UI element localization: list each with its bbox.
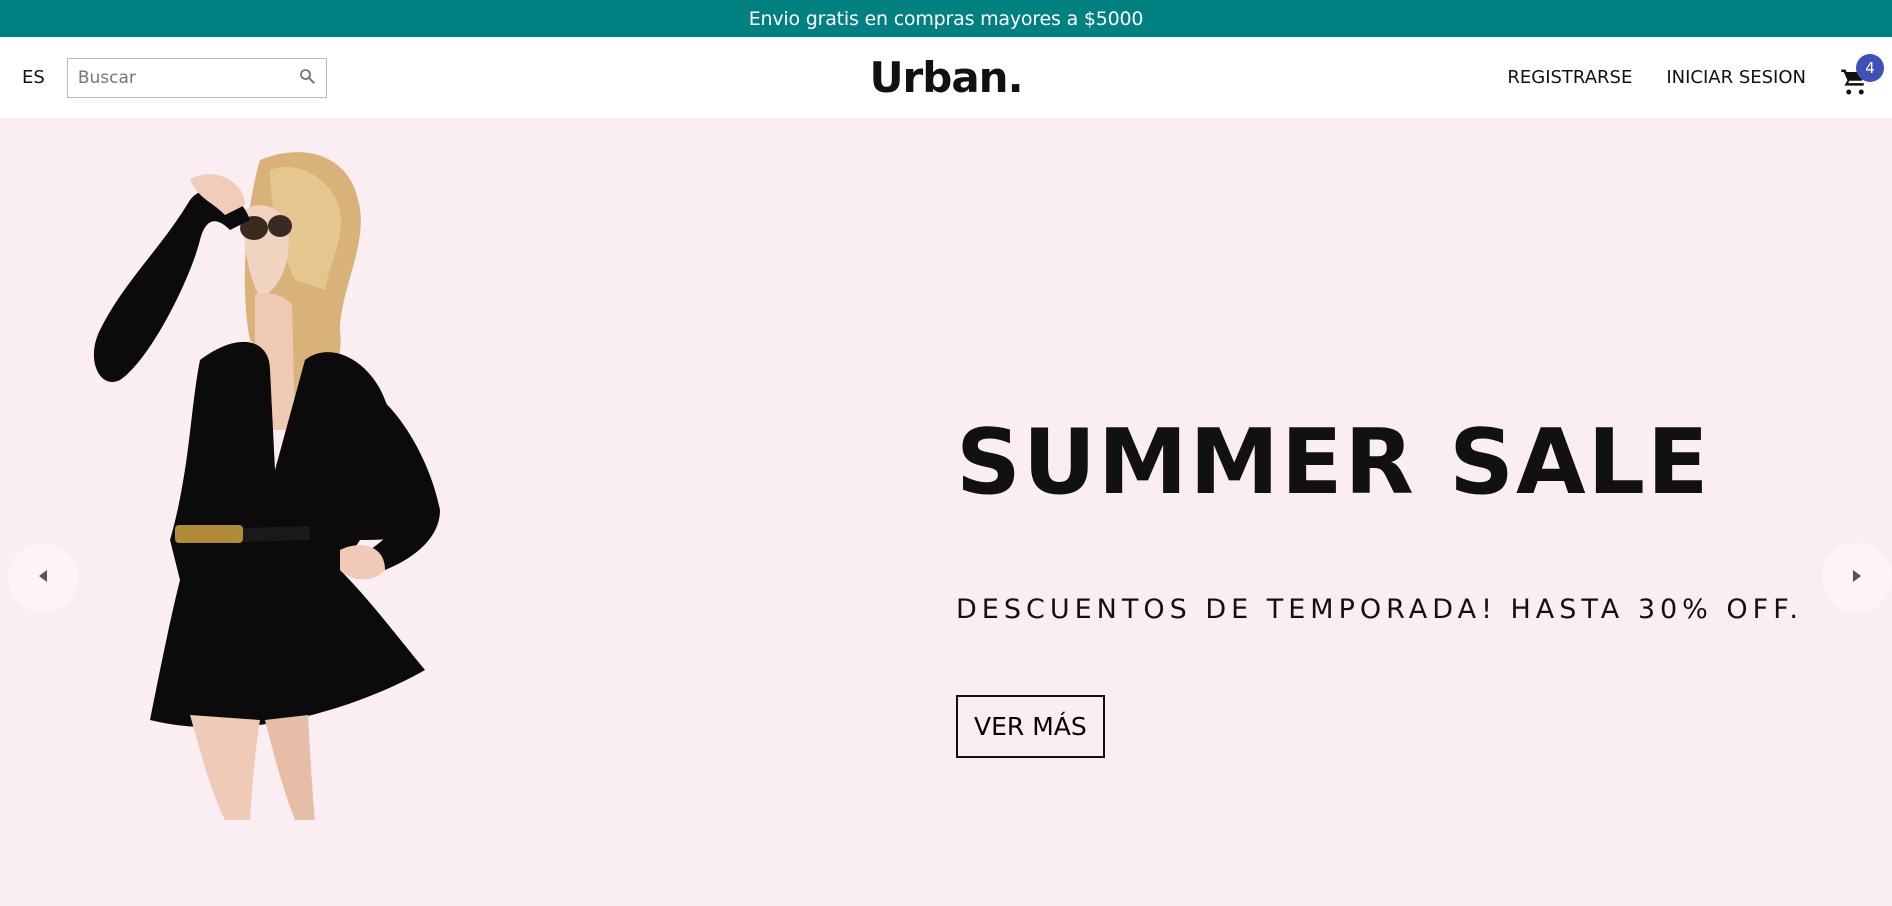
search-box (66, 57, 327, 98)
hero-description: DESCUENTOS DE TEMPORADA! HASTA 30% OFF. (956, 594, 1803, 625)
hero-model-image (93, 152, 440, 820)
hero-slider: SUMMER SALE DESCUENTOS DE TEMPORADA! HAS… (0, 118, 1892, 906)
cart-button[interactable]: 4 (1840, 53, 1884, 96)
navbar: ES Urban. REGISTRARSE INICIAR SESION 4 (0, 37, 1892, 118)
announcement-bar: Envio gratis en compras mayores a $5000 (0, 0, 1892, 37)
see-more-button[interactable]: VER MÁS (956, 695, 1105, 758)
register-link[interactable]: REGISTRARSE (1507, 67, 1632, 88)
arrow-right-icon (1850, 568, 1864, 588)
search-icon[interactable] (298, 67, 316, 89)
announcement-text: Envio gratis en compras mayores a $5000 (748, 7, 1144, 30)
nav-right: REGISTRARSE INICIAR SESION 4 (1507, 53, 1884, 96)
hero-content: SUMMER SALE DESCUENTOS DE TEMPORADA! HAS… (956, 418, 1803, 758)
logo[interactable]: Urban. (869, 53, 1023, 102)
language-selector[interactable]: ES (22, 67, 45, 88)
login-link[interactable]: INICIAR SESION (1666, 67, 1806, 88)
search-input[interactable] (77, 67, 298, 88)
slider-next-button[interactable] (1822, 543, 1892, 613)
cart-count-badge: 4 (1856, 53, 1884, 82)
nav-left: ES (22, 57, 327, 98)
hero-title: SUMMER SALE (956, 410, 1711, 515)
